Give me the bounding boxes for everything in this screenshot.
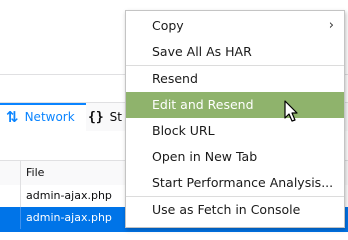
mouse-pointer-icon (284, 100, 298, 122)
column-header-file[interactable]: File (26, 161, 44, 185)
menu-item-label: Start Performance Analysis... (152, 175, 334, 190)
menu-item-resend[interactable]: Resend (126, 66, 344, 92)
tab-style-editor[interactable]: {} St (88, 103, 122, 131)
menu-item-label: Open in New Tab (152, 149, 258, 164)
column-divider (20, 185, 21, 207)
column-divider (20, 161, 21, 185)
tab-style-label: St (109, 110, 122, 124)
menu-item-copy[interactable]: Copy › (126, 13, 344, 39)
menu-item-edit-and-resend[interactable]: Edit and Resend (126, 92, 344, 118)
menu-item-start-performance-analysis[interactable]: Start Performance Analysis... (126, 170, 344, 196)
menu-item-label: Block URL (152, 123, 215, 138)
tab-network-label: Network (24, 110, 75, 124)
menu-item-label: Use as Fetch in Console (152, 202, 301, 217)
file-cell: admin-ajax.php (26, 211, 112, 224)
column-divider (20, 207, 21, 229)
context-menu: Copy › Save All As HAR Resend Edit and R… (125, 10, 345, 228)
menu-item-label: Save All As HAR (152, 44, 252, 59)
submenu-arrow-icon: › (328, 18, 334, 33)
menu-item-label: Edit and Resend (152, 97, 254, 112)
braces-icon: {} (88, 109, 104, 125)
menu-item-block-url[interactable]: Block URL (126, 118, 344, 144)
menu-item-label: Resend (152, 71, 198, 86)
menu-item-label: Copy (152, 18, 184, 33)
menu-item-use-as-fetch[interactable]: Use as Fetch in Console (126, 197, 344, 223)
menu-item-open-in-new-tab[interactable]: Open in New Tab (126, 144, 344, 170)
active-tab-indicator (0, 103, 86, 105)
tab-network[interactable]: ⇅ Network (0, 103, 86, 131)
file-cell: admin-ajax.php (26, 189, 112, 202)
network-arrows-icon: ⇅ (6, 107, 19, 126)
menu-item-save-all-as-har[interactable]: Save All As HAR (126, 39, 344, 65)
